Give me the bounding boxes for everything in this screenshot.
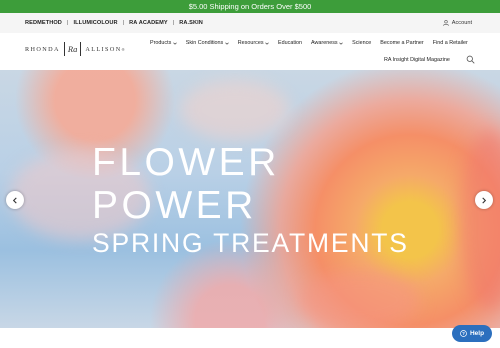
- logo-mark: Ra: [63, 42, 82, 56]
- help-button[interactable]: ? Help: [452, 325, 492, 342]
- nav-item-label: Find a Retailer: [432, 40, 468, 46]
- nav-item-label: Awareness: [311, 40, 338, 46]
- chevron-down-icon: [339, 42, 343, 45]
- chevron-down-icon: [225, 42, 229, 45]
- help-label: Help: [469, 330, 485, 337]
- nav-item-ra-insight-magazine[interactable]: RA Insight Digital Magazine: [384, 57, 450, 63]
- utility-link-redmethod[interactable]: REDMETHOD: [25, 20, 62, 26]
- hero-background-petal: [300, 270, 420, 328]
- main-nav: Products Skin Conditions Resources Educa…: [150, 38, 477, 48]
- nav-item-label: Skin Conditions: [185, 40, 224, 46]
- nav-item-science[interactable]: Science: [352, 40, 371, 46]
- search-icon[interactable]: [466, 55, 475, 64]
- nav-item-skin-conditions[interactable]: Skin Conditions: [186, 40, 229, 46]
- utility-links: REDMETHOD | ILLUMICOLOUR | RA ACADEMY | …: [25, 13, 203, 33]
- chevron-down-icon: [173, 42, 177, 45]
- utility-link-ra-skin[interactable]: RA.SKIN: [179, 20, 203, 26]
- hero-headline-line2: POWER: [92, 184, 257, 227]
- hero-headline-line1: FLOWER: [92, 141, 280, 184]
- separator: |: [172, 20, 175, 26]
- promo-banner: $5.00 Shipping on Orders Over $500: [0, 0, 500, 13]
- svg-text:?: ?: [462, 331, 465, 336]
- account-link[interactable]: Account: [443, 13, 472, 33]
- logo-text-right: ALLISON: [85, 45, 122, 53]
- hero-background-petal: [460, 130, 500, 310]
- carousel-next-button[interactable]: [475, 191, 493, 209]
- nav-item-awareness[interactable]: Awareness: [311, 40, 343, 46]
- promo-text: $5.00 Shipping on Orders Over $500: [188, 2, 312, 11]
- logo-text-left: RHONDA: [25, 45, 60, 53]
- hero-background-petal: [180, 80, 290, 140]
- nav-item-education[interactable]: Education: [278, 40, 302, 46]
- nav-item-label: Resources: [237, 40, 264, 46]
- utility-link-illumicolour[interactable]: ILLUMICOLOUR: [74, 20, 118, 26]
- nav-item-label: Education: [278, 40, 303, 46]
- separator: |: [66, 20, 69, 26]
- page-below-hero: [0, 328, 500, 348]
- nav-item-products[interactable]: Products: [150, 40, 177, 46]
- chevron-right-icon: [482, 196, 487, 204]
- help-icon: ?: [460, 330, 467, 337]
- logo[interactable]: RHONDA Ra ALLISON ®: [25, 41, 126, 57]
- nav-item-label: Products: [150, 40, 172, 46]
- account-label: Account: [451, 20, 472, 26]
- nav-item-label: Science: [352, 40, 372, 46]
- nav-item-resources[interactable]: Resources: [238, 40, 269, 46]
- utility-bar: REDMETHOD | ILLUMICOLOUR | RA ACADEMY | …: [0, 13, 500, 33]
- secondary-nav: RA Insight Digital Magazine: [384, 55, 459, 65]
- chevron-down-icon: [265, 42, 269, 45]
- carousel-prev-button[interactable]: [6, 191, 24, 209]
- hero-subheadline: SPRING TREATMENTS: [92, 228, 409, 258]
- chevron-left-icon: [12, 196, 17, 204]
- nav-item-label: Become a Partner: [380, 40, 424, 46]
- nav-item-find-a-retailer[interactable]: Find a Retailer: [433, 40, 468, 46]
- user-icon: [443, 20, 449, 26]
- utility-link-ra-academy[interactable]: RA ACADEMY: [129, 20, 168, 26]
- separator: |: [122, 20, 125, 26]
- logo-trademark: ®: [121, 46, 127, 52]
- nav-item-become-a-partner[interactable]: Become a Partner: [380, 40, 423, 46]
- nav-item-label: RA Insight Digital Magazine: [384, 57, 450, 63]
- site-header: RHONDA Ra ALLISON ® Products Skin Condit…: [0, 33, 500, 70]
